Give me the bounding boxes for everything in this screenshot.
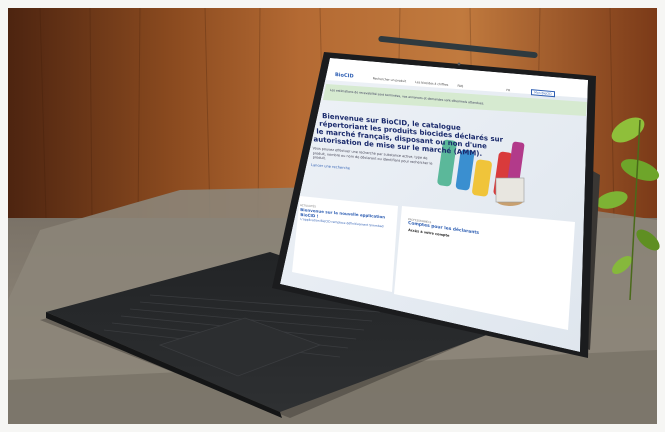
photo: [0, 0, 665, 432]
